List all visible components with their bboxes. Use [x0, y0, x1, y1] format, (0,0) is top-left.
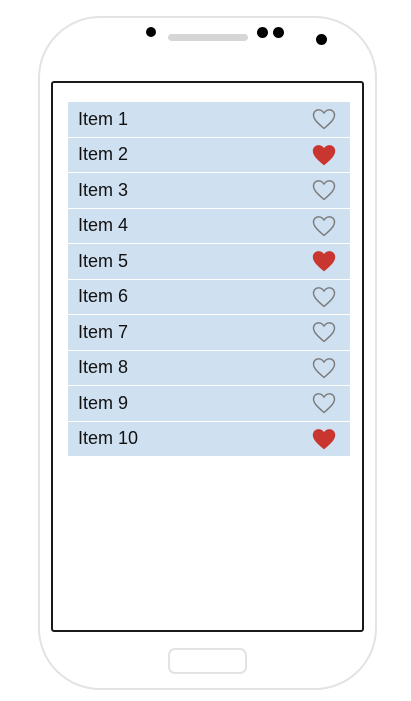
heart-filled-icon[interactable] [312, 144, 336, 166]
list-item-3[interactable]: Item 3 [68, 173, 350, 209]
sensor-icon [257, 27, 268, 38]
list-item-6[interactable]: Item 6 [68, 279, 350, 315]
list-item-7[interactable]: Item 7 [68, 315, 350, 351]
heart-filled-icon[interactable] [312, 428, 336, 450]
list-item-10[interactable]: Item 10 [68, 421, 350, 457]
heart-outline-icon[interactable] [312, 321, 336, 343]
list-item-8[interactable]: Item 8 [68, 350, 350, 386]
item-label: Item 9 [78, 392, 129, 413]
item-label: Item 6 [78, 286, 129, 307]
sensor-icon [273, 27, 284, 38]
item-label: Item 4 [78, 215, 129, 236]
home-button[interactable] [168, 648, 247, 674]
proximity-sensor-icon [316, 34, 327, 45]
list-item-5[interactable]: Item 5 [68, 244, 350, 280]
phone-screen: Item 1 Item 2 Item 3 Item 4 Item 5 Item … [51, 81, 364, 632]
item-label: Item 10 [78, 428, 139, 449]
list-item-2[interactable]: Item 2 [68, 137, 350, 173]
heart-outline-icon[interactable] [312, 108, 336, 130]
heart-outline-icon[interactable] [312, 215, 336, 237]
earpiece-speaker [168, 34, 248, 41]
heart-outline-icon[interactable] [312, 286, 336, 308]
item-label: Item 1 [78, 108, 129, 129]
item-label: Item 5 [78, 250, 129, 271]
heart-outline-icon[interactable] [312, 179, 336, 201]
item-label: Item 7 [78, 321, 129, 342]
item-label: Item 2 [78, 144, 129, 165]
list-item-4[interactable]: Item 4 [68, 208, 350, 244]
item-label: Item 8 [78, 357, 129, 378]
heart-outline-icon[interactable] [312, 357, 336, 379]
heart-outline-icon[interactable] [312, 392, 336, 414]
front-camera-icon [146, 27, 156, 37]
heart-filled-icon[interactable] [312, 250, 336, 272]
item-list: Item 1 Item 2 Item 3 Item 4 Item 5 Item … [68, 102, 350, 457]
list-item-9[interactable]: Item 9 [68, 386, 350, 422]
phone-mockup: Item 1 Item 2 Item 3 Item 4 Item 5 Item … [0, 0, 411, 701]
item-label: Item 3 [78, 179, 129, 200]
list-item-1[interactable]: Item 1 [68, 102, 350, 138]
